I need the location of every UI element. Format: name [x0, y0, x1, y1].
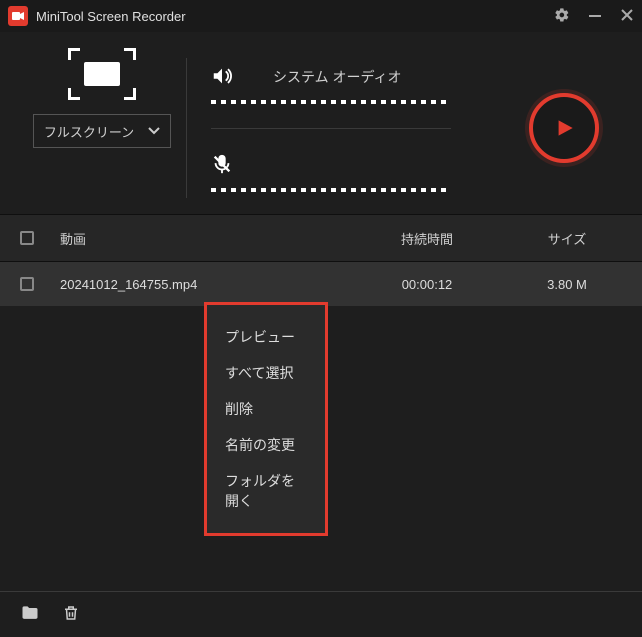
- row-duration: 00:00:12: [342, 277, 512, 292]
- controls-panel: フルスクリーン システム オーディオ: [0, 32, 642, 214]
- column-header-size[interactable]: サイズ: [512, 229, 622, 248]
- close-button[interactable]: [620, 8, 634, 25]
- folder-icon[interactable]: [20, 603, 40, 626]
- capture-mode-label: フルスクリーン: [44, 122, 134, 141]
- menu-item-select-all[interactable]: すべて選択: [207, 355, 325, 391]
- titlebar: MiniTool Screen Recorder: [0, 0, 642, 32]
- table-header: 動画 持続時間 サイズ: [0, 214, 642, 262]
- row-size: 3.80 M: [512, 277, 622, 292]
- menu-item-delete[interactable]: 削除: [207, 391, 325, 427]
- capture-area-icon[interactable]: [72, 52, 132, 96]
- table-row[interactable]: 20241012_164755.mp4 00:00:12 3.80 M: [0, 262, 642, 306]
- app-icon: [8, 6, 28, 26]
- row-checkbox[interactable]: [20, 277, 34, 291]
- minimize-button[interactable]: [588, 8, 602, 25]
- chevron-down-icon: [148, 124, 160, 138]
- speaker-icon[interactable]: [211, 65, 233, 90]
- menu-item-preview[interactable]: プレビュー: [207, 319, 325, 355]
- capture-mode-dropdown[interactable]: フルスクリーン: [33, 114, 171, 148]
- system-audio-label: システム オーディオ: [273, 67, 402, 87]
- divider: [211, 128, 451, 129]
- settings-icon[interactable]: [554, 7, 570, 26]
- mic-audio-level: [211, 188, 451, 192]
- column-header-duration[interactable]: 持続時間: [342, 229, 512, 248]
- footer-toolbar: [0, 591, 642, 637]
- system-audio-level: [211, 100, 451, 104]
- microphone-muted-icon[interactable]: [211, 153, 233, 178]
- record-button[interactable]: [529, 93, 599, 163]
- menu-item-rename[interactable]: 名前の変更: [207, 427, 325, 463]
- menu-item-open-folder[interactable]: フォルダを開く: [207, 463, 325, 519]
- context-menu: プレビュー すべて選択 削除 名前の変更 フォルダを開く: [204, 302, 328, 536]
- trash-icon[interactable]: [62, 603, 80, 626]
- app-title: MiniTool Screen Recorder: [36, 9, 554, 24]
- row-filename: 20241012_164755.mp4: [60, 277, 342, 292]
- column-header-video[interactable]: 動画: [60, 229, 342, 248]
- select-all-checkbox[interactable]: [20, 231, 34, 245]
